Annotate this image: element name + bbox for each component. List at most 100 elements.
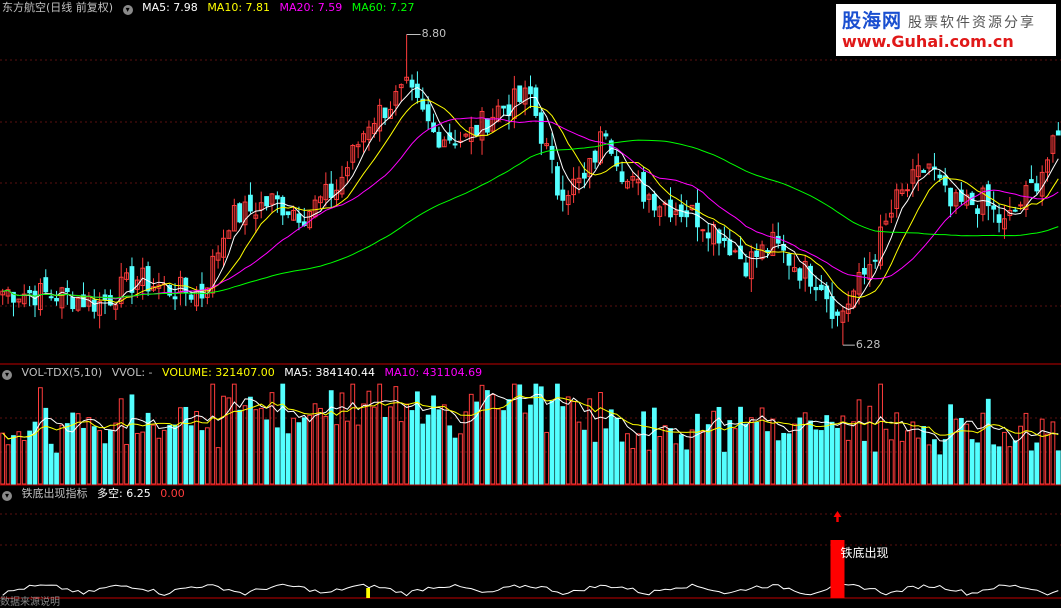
volume-bar [242, 405, 248, 485]
candle-body [1034, 183, 1040, 192]
candle-body [328, 183, 334, 198]
volume-bar [204, 427, 210, 485]
volume-bar [59, 424, 65, 485]
volume-bar [781, 432, 787, 485]
volume-bar [1023, 412, 1029, 485]
volume-bar [318, 407, 323, 485]
volume-bar [630, 447, 636, 485]
vvol-label: VVOL: - [111, 366, 153, 379]
volume-bar [1028, 450, 1034, 485]
candle-body [248, 194, 253, 212]
volume-bar [1002, 431, 1007, 485]
vol-name[interactable]: VOL-TDX(5,10) [22, 366, 103, 379]
ma10-line [2, 99, 1059, 303]
settings-icon[interactable]: ▾ [2, 491, 12, 501]
settings-icon[interactable]: ▾ [122, 5, 133, 15]
candle-body [538, 112, 544, 144]
candle-body [1028, 179, 1034, 184]
candle-body [70, 296, 76, 310]
volume-bar [452, 437, 458, 485]
site-logo: 股海网 股票软件资源分享 www.Guhai.com.cn [836, 4, 1056, 56]
volume-bar [905, 430, 910, 485]
candle-body [808, 265, 813, 287]
volume-bar [436, 409, 442, 485]
price-header: 东方航空(日线 前复权) ▾ MA5: 7.98 MA10: 7.81 MA20… [2, 1, 420, 15]
volume-bar [458, 433, 463, 485]
candle-body [797, 268, 803, 281]
volume-bar [576, 421, 582, 485]
indicator-name[interactable]: 铁底出现指标 [22, 487, 88, 500]
volume-bar [447, 425, 453, 485]
volume-bar [878, 383, 883, 485]
volume-bar [695, 413, 700, 485]
volume-bar [603, 428, 609, 485]
ma10-label: MA10: 7.81 [207, 1, 271, 14]
candle-body [818, 284, 824, 291]
volume-bar [97, 430, 103, 485]
settings-icon[interactable]: ▾ [2, 370, 12, 380]
volume-bar [215, 447, 221, 485]
stock-chart [0, 33, 1061, 599]
candle-body [754, 250, 760, 257]
volume-bar [581, 429, 587, 485]
candle-body [415, 83, 420, 98]
candle-body [172, 296, 178, 300]
volume-bar [355, 424, 361, 485]
candle-body [425, 104, 431, 122]
volume-bar [915, 437, 921, 485]
volume-bar [829, 421, 835, 485]
volume-bar [549, 400, 555, 485]
candle-body [727, 239, 733, 256]
candle-body [705, 232, 711, 239]
volume-bar [178, 407, 183, 485]
candle-body [775, 235, 781, 244]
volume-bar [754, 421, 760, 485]
volume-bar [937, 454, 943, 485]
candle-body [829, 296, 835, 319]
volume-bar [969, 439, 975, 485]
volume-bar [700, 430, 706, 485]
volume-bar [727, 420, 733, 485]
volume-bar [765, 431, 770, 485]
candle-body [905, 189, 910, 192]
volume-bar [27, 430, 33, 485]
candle-body [54, 297, 59, 302]
volume-bar [651, 407, 657, 485]
volume-bar [985, 398, 991, 485]
volume-bar [533, 383, 539, 485]
volume-bar [732, 428, 738, 485]
volume-bar [382, 416, 388, 485]
volume-bar [964, 423, 970, 485]
candle-body [129, 266, 135, 293]
volume-bar [274, 427, 280, 485]
volume-bar [124, 443, 129, 485]
volume-bar [199, 430, 205, 485]
vol-ma10-label: MA10: 431104.69 [384, 366, 483, 379]
candle-body [743, 262, 749, 277]
candle-body [528, 86, 533, 95]
stock-title[interactable]: 东方航空(日线 前复权) [2, 1, 113, 14]
volume-bar [129, 394, 135, 485]
volume-bar [328, 390, 334, 485]
candle-body [872, 259, 878, 262]
volume-bar [21, 439, 27, 485]
volume-bar [991, 444, 997, 485]
volume-bar [118, 398, 124, 485]
volume-bar [156, 437, 162, 485]
ma60-line [2, 139, 1059, 299]
volume-bar [657, 436, 663, 485]
volume-bar [872, 451, 878, 485]
candle-body [991, 205, 997, 210]
low-price-label: 6.28 [855, 338, 881, 352]
volume-bar [748, 417, 754, 485]
volume-bar [377, 383, 383, 485]
volume-bar [808, 420, 813, 485]
volume-bar [775, 440, 781, 485]
candle-body [555, 166, 560, 196]
volume-bar [140, 431, 146, 485]
volume-bar [738, 406, 743, 485]
volume-bar [409, 410, 415, 485]
candle-body [285, 211, 291, 216]
volume-bar [237, 409, 243, 485]
volume-bar [786, 433, 792, 485]
